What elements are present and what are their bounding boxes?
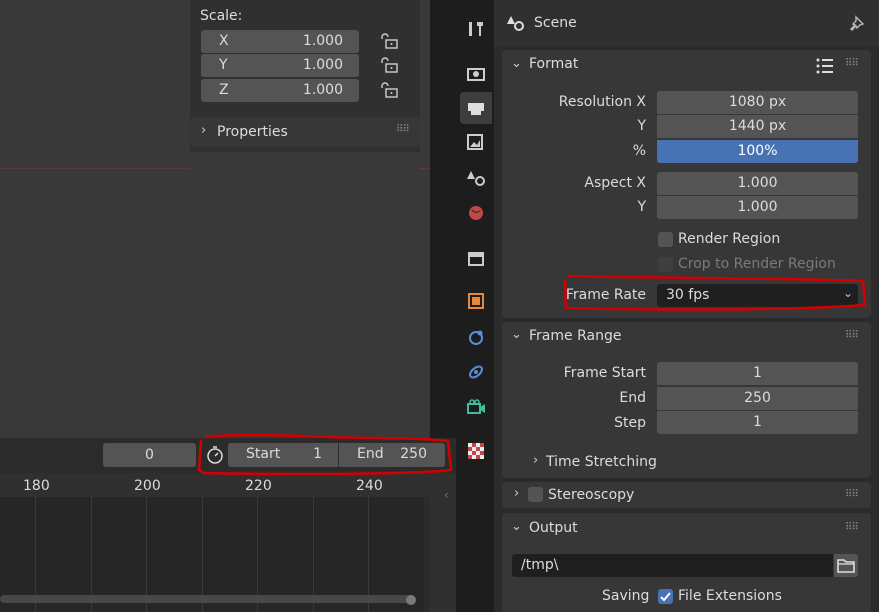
resolution-y-field[interactable]: 1440 px	[657, 115, 858, 138]
frame-end-label: End	[619, 390, 646, 406]
constraints-icon[interactable]	[465, 361, 487, 383]
frame-step-label: Step	[614, 415, 646, 431]
timeline-scrollbar[interactable]	[0, 595, 415, 603]
tool-icon[interactable]	[465, 18, 487, 40]
scale-label: Scale:	[200, 8, 243, 24]
data-camera-icon[interactable]	[465, 396, 487, 418]
frame-start-label: Frame Start	[563, 365, 646, 381]
render-region-checkbox[interactable]	[658, 232, 673, 247]
drag-handle-icon[interactable]: ⠿⠿	[845, 489, 859, 500]
drag-handle-icon[interactable]: ⠿⠿	[845, 522, 859, 533]
crop-region-checkbox[interactable]	[658, 257, 673, 272]
frame-start-field[interactable]: Start 1	[228, 443, 338, 467]
scale-x-field[interactable]: X 1.000	[201, 30, 359, 53]
scale-y-field[interactable]: Y 1.000	[201, 54, 359, 77]
frame-rate-value: 30 fps	[666, 287, 710, 303]
output-path-value: /tmp\	[521, 557, 559, 573]
format-panel-title[interactable]: Format	[529, 56, 578, 72]
axis-value: 1.000	[302, 33, 343, 49]
stopwatch-icon[interactable]	[205, 445, 225, 465]
object-icon[interactable]	[465, 290, 487, 312]
frame-rate-dropdown[interactable]: 30 fps ⌄	[657, 284, 858, 307]
collection-icon[interactable]	[465, 247, 487, 269]
aspect-y-label: Y	[637, 199, 646, 215]
resolution-x-label: Resolution X	[558, 94, 646, 110]
frame-range-title[interactable]: Frame Range	[529, 328, 621, 344]
ruler-tick: 240	[356, 478, 383, 494]
frame-end-field[interactable]: 250	[657, 387, 858, 410]
resolution-y-label: Y	[637, 118, 646, 134]
saving-label: Saving	[602, 588, 650, 604]
physics-icon[interactable]	[465, 326, 487, 348]
lock-icon[interactable]	[380, 57, 400, 73]
view-layer-icon[interactable]	[465, 132, 487, 154]
axis-value: 1.000	[302, 57, 343, 73]
scrollbar-handle[interactable]	[406, 595, 416, 605]
frame-step-field[interactable]: 1	[657, 411, 858, 434]
aspect-y-field[interactable]: 1.000	[657, 196, 858, 219]
axis-label: X	[219, 33, 229, 49]
chevron-down-icon[interactable]: ⌄	[511, 327, 522, 342]
scene-icon[interactable]	[465, 167, 487, 189]
lock-icon[interactable]	[380, 82, 400, 98]
folder-icon	[837, 559, 855, 573]
chevron-right-icon[interactable]: ›	[514, 486, 519, 501]
area-separator	[430, 0, 456, 438]
texture-icon[interactable]	[465, 440, 487, 462]
chevron-down-icon[interactable]: ⌄	[511, 56, 522, 71]
drag-handle-icon[interactable]: ⠿⠿	[845, 330, 859, 341]
resolution-percent-slider[interactable]: 100%	[657, 140, 858, 163]
time-stretching-label[interactable]: Time Stretching	[546, 454, 657, 470]
end-value: 250	[400, 446, 427, 462]
viewport-axis-line	[0, 168, 190, 169]
scene-icon	[505, 13, 525, 37]
chevron-right-icon[interactable]: ›	[533, 453, 538, 468]
render-region-label[interactable]: Render Region	[678, 231, 780, 247]
start-value: 1	[313, 446, 322, 462]
chevron-right-icon: ›	[201, 123, 207, 138]
end-label: End	[357, 446, 384, 462]
output-icon[interactable]	[465, 97, 487, 119]
chevron-left-icon[interactable]: ‹	[444, 488, 449, 502]
aspect-x-label: Aspect X	[584, 175, 646, 191]
resolution-percent-label: %	[632, 143, 646, 159]
current-frame-field[interactable]: 0	[103, 443, 196, 467]
drag-handle-icon[interactable]: ⠿⠿	[845, 58, 859, 69]
axis-label: Z	[219, 82, 229, 98]
output-title[interactable]: Output	[529, 520, 578, 536]
checkmark-icon	[660, 592, 671, 602]
chevron-down-icon[interactable]: ⌄	[511, 519, 522, 534]
viewport-axis-line	[420, 168, 430, 169]
folder-browse-button[interactable]	[834, 554, 858, 577]
chevron-down-icon: ⌄	[843, 286, 854, 300]
render-icon[interactable]	[465, 62, 487, 84]
stereoscopy-checkbox[interactable]	[528, 487, 543, 502]
start-label: Start	[246, 446, 281, 462]
lock-icon[interactable]	[380, 33, 400, 49]
list-icon[interactable]	[815, 57, 835, 79]
output-path-field[interactable]: /tmp\	[512, 554, 833, 577]
ruler-tick: 220	[245, 478, 272, 494]
frame-rate-label: Frame Rate	[565, 287, 646, 303]
stereoscopy-title[interactable]: Stereoscopy	[548, 487, 634, 503]
frame-start-field[interactable]: 1	[657, 362, 858, 385]
frame-end-field[interactable]: End 250	[339, 443, 445, 467]
properties-subpanel-header[interactable]: › Properties ⠿⠿	[190, 117, 420, 147]
scale-z-field[interactable]: Z 1.000	[201, 79, 359, 102]
drag-handle-icon[interactable]: ⠿⠿	[396, 124, 410, 135]
timeline-edge	[424, 497, 430, 612]
properties-label: Properties	[217, 124, 288, 140]
world-icon[interactable]	[465, 202, 487, 224]
axis-label: Y	[219, 57, 228, 73]
ruler-tick: 200	[134, 478, 161, 494]
crop-region-label[interactable]: Crop to Render Region	[678, 256, 836, 272]
ruler-tick: 180	[23, 478, 50, 494]
context-title: Scene	[534, 15, 577, 31]
file-extensions-checkbox[interactable]	[658, 589, 673, 604]
axis-value: 1.000	[302, 82, 343, 98]
file-extensions-label[interactable]: File Extensions	[678, 588, 782, 604]
resolution-x-field[interactable]: 1080 px	[657, 91, 858, 114]
aspect-x-field[interactable]: 1.000	[657, 172, 858, 195]
pin-icon[interactable]	[848, 14, 868, 38]
